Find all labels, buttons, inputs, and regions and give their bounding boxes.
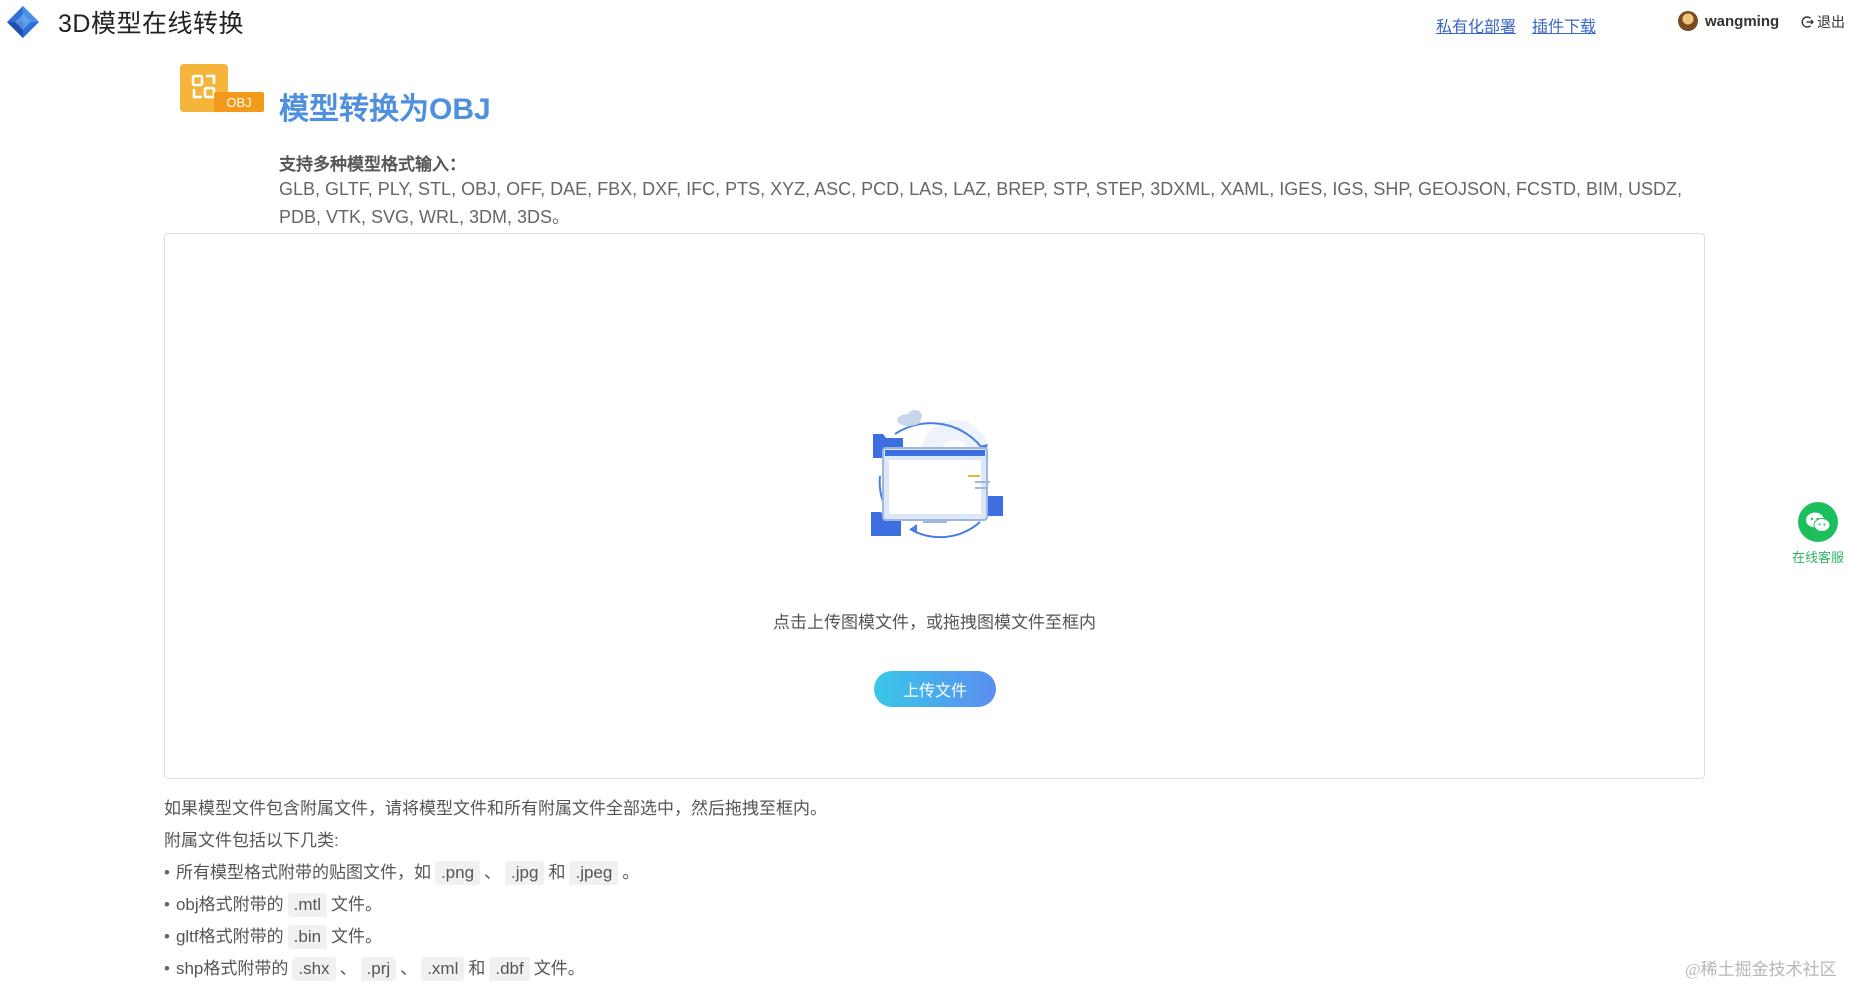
code-tag: .jpg	[505, 861, 545, 885]
bullet: •	[164, 895, 170, 914]
diamond-logo-icon	[7, 6, 39, 38]
separator: 、	[339, 959, 357, 978]
bullet: •	[164, 927, 170, 946]
note-text: 。	[622, 863, 640, 882]
dropzone-hint: 点击上传图模文件，或拖拽图模文件至框内	[773, 613, 1096, 632]
brand-home-link[interactable]: 3D模型在线转换	[6, 4, 244, 40]
formats-label: 支持多种模型格式输入：	[279, 155, 466, 174]
private-deploy-link[interactable]: 私有化部署	[1436, 13, 1516, 37]
online-support-button[interactable]: 在线客服	[1790, 502, 1846, 566]
note-text: 所有模型格式附带的贴图文件，如	[175, 863, 431, 882]
logout-button[interactable]: 退出	[1800, 12, 1845, 32]
code-tag: .bin	[287, 925, 328, 949]
supported-formats-list: GLB, GLTF, PLY, STL, OBJ, OFF, DAE, FBX,…	[279, 179, 1683, 227]
upload-dropzone[interactable]: 点击上传图模文件，或拖拽图模文件至框内 上传文件	[164, 233, 1705, 779]
wechat-icon	[1798, 502, 1838, 542]
upload-illustration-icon	[871, 410, 1003, 539]
plugin-download-link[interactable]: 插件下载	[1532, 13, 1596, 37]
list-item: • obj格式附带的 .mtl 文件。	[164, 889, 827, 921]
code-tag: .shx	[292, 957, 336, 981]
note-text: 文件。	[331, 895, 383, 914]
code-tag: .jpeg	[569, 861, 619, 885]
code-tag: .prj	[360, 957, 397, 981]
separator: 、	[400, 959, 418, 978]
top-bar: 3D模型在线转换 私有化部署 插件下载 wangming 退出	[0, 0, 1849, 48]
avatar	[1678, 11, 1698, 31]
support-label: 在线客服	[1791, 550, 1844, 565]
note-text: gltf格式附带的	[175, 927, 284, 946]
logout-icon	[1801, 16, 1814, 28]
obj-format-icon: OBJ	[180, 64, 264, 112]
user-menu[interactable]: wangming	[1678, 11, 1779, 31]
page-title: 模型转换为OBJ	[279, 93, 491, 126]
obj-badge-label: OBJ	[226, 95, 251, 110]
bullet: •	[164, 959, 170, 978]
logout-label: 退出	[1817, 14, 1845, 30]
app-title: 3D模型在线转换	[58, 10, 244, 38]
attachment-notes: 如果模型文件包含附属文件，请将模型文件和所有附属文件全部选中，然后拖拽至框内。 …	[164, 793, 827, 985]
note-text: shp格式附带的	[175, 959, 289, 978]
top-links: 私有化部署 插件下载	[1436, 13, 1596, 37]
watermark: @稀土掘金技术社区	[1685, 960, 1837, 979]
note-text: 文件。	[533, 959, 585, 978]
separator: 、	[484, 863, 502, 882]
list-item: • gltf格式附带的 .bin 文件。	[164, 921, 827, 953]
code-tag: .png	[434, 861, 481, 885]
conjunction: 和	[468, 959, 486, 978]
conjunction: 和	[548, 863, 566, 882]
code-tag: .mtl	[287, 893, 328, 917]
note-line: 如果模型文件包含附属文件，请将模型文件和所有附属文件全部选中，然后拖拽至框内。	[164, 799, 827, 818]
upload-file-button[interactable]: 上传文件	[874, 671, 996, 707]
code-tag: .xml	[421, 957, 465, 981]
note-text: 文件。	[331, 927, 383, 946]
list-item: • 所有模型格式附带的贴图文件，如 .png 、 .jpg 和 .jpeg 。	[164, 857, 827, 889]
username: wangming	[1705, 12, 1780, 30]
list-item: • shp格式附带的 .shx 、 .prj 、 .xml 和 .dbf 文件。	[164, 953, 827, 985]
code-tag: .dbf	[489, 957, 530, 981]
note-text: obj格式附带的	[175, 895, 284, 914]
bullet: •	[164, 863, 170, 882]
note-line: 附属文件包括以下几类:	[164, 831, 339, 850]
